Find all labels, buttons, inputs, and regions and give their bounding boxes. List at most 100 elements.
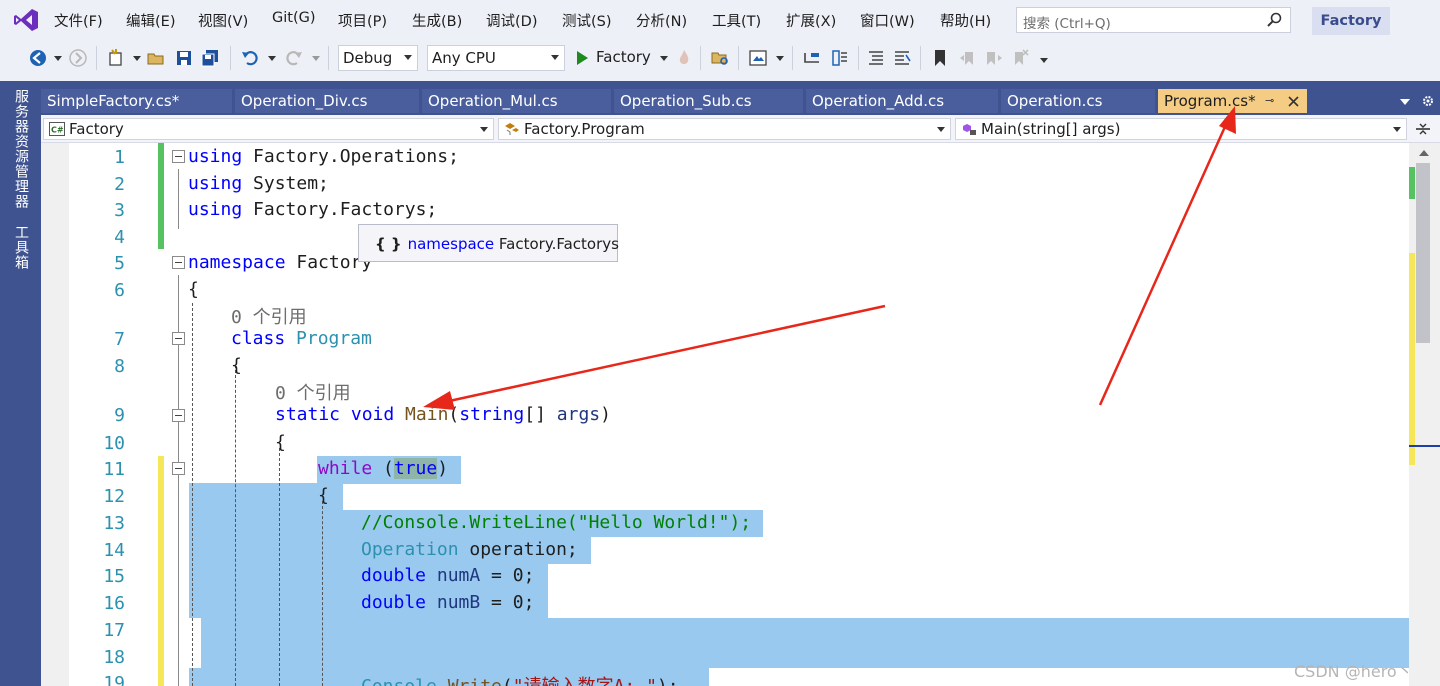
back-dropdown-icon[interactable] — [54, 56, 62, 61]
bookmark-icon[interactable] — [930, 48, 950, 68]
undo-dropdown-icon[interactable] — [268, 56, 276, 61]
redo-icon[interactable] — [284, 48, 304, 68]
line-number: 4 — [114, 227, 125, 248]
code-line-19: Console.Write("请输入数字A: "); — [361, 672, 679, 686]
line-number: 10 — [103, 433, 125, 454]
method-reference-count[interactable]: 0 个引用 — [275, 379, 351, 405]
line-number: 19 — [103, 673, 125, 686]
code-line-8: { — [231, 355, 242, 376]
tab-program[interactable]: Program.cs* ⊸ — [1158, 89, 1308, 113]
scroll-change-marker — [1409, 167, 1415, 199]
indicator-margin[interactable] — [41, 143, 69, 686]
code-line-6: { — [188, 279, 199, 300]
menu-build[interactable]: 生成(B) — [412, 10, 462, 31]
new-project-icon[interactable] — [106, 48, 126, 68]
tab-label: Operation_Sub.cs — [620, 92, 752, 110]
toolbar-overflow-icon[interactable] — [1040, 58, 1048, 63]
platform-select[interactable]: Any CPU — [427, 45, 565, 71]
class-reference-count[interactable]: 0 个引用 — [231, 303, 307, 329]
redo-dropdown-icon[interactable] — [312, 56, 320, 61]
tab-operation[interactable]: Operation.cs — [1001, 89, 1156, 113]
type-dropdown[interactable]: Factory.Program — [498, 118, 951, 140]
solution-name-badge[interactable]: Factory — [1312, 7, 1390, 35]
project-name: Factory — [69, 120, 124, 138]
collapse-toggle[interactable] — [172, 409, 185, 422]
gear-icon[interactable] — [1422, 95, 1434, 107]
menu-git[interactable]: Git(G) — [272, 10, 316, 26]
menu-file[interactable]: 文件(F) — [54, 10, 103, 31]
next-bookmark-icon[interactable] — [984, 48, 1004, 68]
uncomment-lines-icon[interactable] — [892, 48, 912, 68]
scroll-up-icon[interactable] — [1419, 150, 1429, 156]
split-editor-icon[interactable] — [1415, 121, 1431, 137]
menu-debug[interactable]: 调试(D) — [486, 10, 537, 31]
menu-window[interactable]: 窗口(W) — [860, 10, 915, 31]
save-icon[interactable] — [174, 48, 194, 68]
member-dropdown[interactable]: Main(string[] args) — [955, 118, 1407, 140]
menu-edit[interactable]: 编辑(E) — [126, 10, 175, 31]
toggle-comment-icon[interactable] — [830, 48, 850, 68]
collapse-toggle[interactable] — [172, 332, 185, 345]
tab-list-dropdown-icon[interactable] — [1400, 99, 1410, 105]
code-line-10: { — [275, 432, 286, 453]
server-explorer-tab[interactable]: 服务器资源管理器 — [11, 89, 31, 209]
menu-project[interactable]: 项目(P) — [338, 10, 387, 31]
scroll-thumb[interactable] — [1416, 163, 1430, 343]
navigate-back-icon[interactable] — [28, 48, 48, 68]
new-dropdown-icon[interactable] — [133, 56, 141, 61]
menu-view[interactable]: 视图(V) — [198, 10, 248, 31]
tab-operation-div[interactable]: Operation_Div.cs — [235, 89, 420, 113]
scroll-caret-marker — [1409, 445, 1440, 447]
menu-analyze[interactable]: 分析(N) — [636, 10, 687, 31]
search-icon — [1267, 12, 1282, 27]
play-icon — [577, 51, 588, 65]
class-icon — [505, 123, 519, 135]
save-all-icon[interactable] — [200, 48, 220, 68]
hot-reload-icon[interactable] — [674, 48, 694, 68]
find-in-files-icon[interactable] — [710, 48, 730, 68]
visual-studio-logo-icon[interactable] — [13, 8, 39, 32]
clear-bookmarks-icon[interactable] — [1010, 48, 1030, 68]
project-dropdown[interactable]: C# Factory — [43, 118, 494, 140]
start-debugging-button[interactable]: Factory — [574, 46, 651, 70]
previous-bookmark-icon[interactable] — [958, 48, 978, 68]
collapse-toggle[interactable] — [172, 150, 185, 163]
tab-operation-add[interactable]: Operation_Add.cs — [806, 89, 999, 113]
collapse-toggle[interactable] — [172, 256, 185, 269]
collapse-toggle[interactable] — [172, 462, 185, 475]
line-number: 6 — [114, 280, 125, 301]
browser-dropdown-icon[interactable] — [776, 56, 784, 61]
indent-guide — [322, 501, 323, 686]
menu-test[interactable]: 测试(S) — [562, 10, 612, 31]
chevron-down-icon — [1393, 127, 1401, 132]
line-number: 15 — [103, 566, 125, 587]
step-over-icon[interactable] — [802, 48, 822, 68]
comment-lines-icon[interactable] — [866, 48, 886, 68]
tab-simplefactory[interactable]: SimpleFactory.cs* — [41, 89, 233, 113]
browser-view-icon[interactable] — [748, 48, 768, 68]
toolbox-tab[interactable]: 工具箱 — [11, 225, 31, 270]
code-line-12: { — [318, 485, 329, 506]
configuration-select[interactable]: Debug — [338, 45, 418, 71]
open-folder-icon[interactable] — [146, 48, 166, 68]
tab-operation-mul[interactable]: Operation_Mul.cs — [422, 89, 612, 113]
chevron-down-icon — [551, 55, 559, 60]
menu-tools[interactable]: 工具(T) — [712, 10, 761, 31]
tooltip-keyword: namespace — [407, 235, 495, 253]
type-name: Factory.Program — [524, 120, 645, 138]
line-number: 14 — [103, 540, 125, 561]
indent-guide — [192, 303, 193, 686]
tab-operation-sub[interactable]: Operation_Sub.cs — [614, 89, 804, 113]
toolbar-separator — [96, 46, 97, 70]
start-dropdown-icon[interactable] — [660, 56, 668, 61]
undo-icon[interactable] — [240, 48, 260, 68]
code-editor[interactable]: 1 2 3 4 5 6 7 8 9 10 11 12 13 14 15 16 1… — [41, 143, 1409, 686]
search-input[interactable]: 搜索 (Ctrl+Q) — [1016, 7, 1291, 33]
start-button-label: Factory — [596, 48, 651, 66]
line-number: 9 — [114, 405, 125, 426]
menu-help[interactable]: 帮助(H) — [940, 10, 991, 31]
menu-extensions[interactable]: 扩展(X) — [786, 10, 836, 31]
close-icon[interactable] — [1288, 96, 1299, 107]
navigate-forward-icon[interactable] — [68, 48, 88, 68]
pin-icon[interactable]: ⊸ — [1265, 94, 1274, 107]
